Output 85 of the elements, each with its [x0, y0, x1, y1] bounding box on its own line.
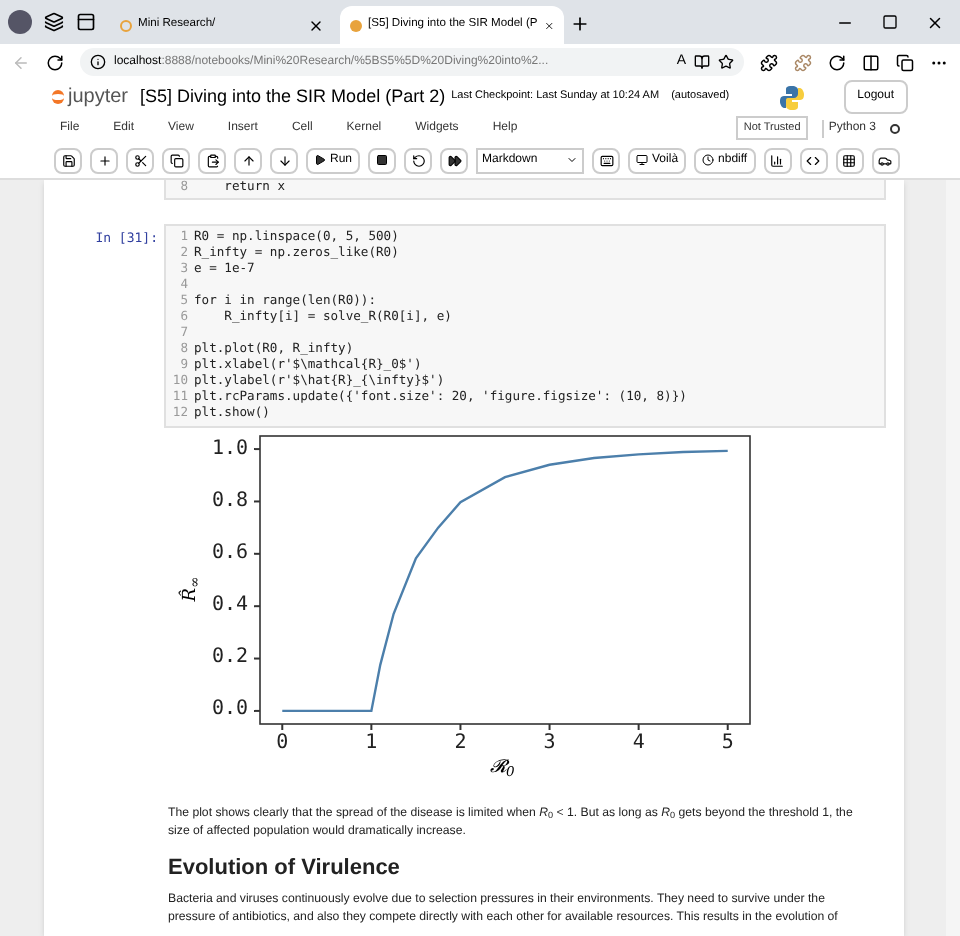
- paste-button[interactable]: [198, 147, 226, 173]
- collections-icon[interactable]: [896, 53, 914, 71]
- workspaces-icon[interactable]: [44, 12, 64, 32]
- refresh-icon[interactable]: [46, 53, 64, 71]
- tick-mark: [253, 552, 261, 555]
- reader-icon[interactable]: [694, 54, 710, 70]
- maximize-icon[interactable]: [882, 14, 898, 30]
- tick-label: 4: [632, 734, 645, 754]
- plus-icon: [97, 153, 111, 167]
- clock-icon: [702, 154, 715, 166]
- grid-icon: [842, 153, 857, 167]
- tab-actions-icon[interactable]: [76, 12, 96, 32]
- tick-label: 5: [721, 734, 734, 754]
- arrow-down-icon: [277, 153, 291, 167]
- tick-mark: [637, 723, 640, 731]
- play-icon: [314, 154, 326, 166]
- car-icon: [878, 153, 893, 167]
- new-tab-icon[interactable]: [570, 14, 590, 34]
- arrow-up-icon: [241, 153, 255, 167]
- tick-mark: [253, 709, 261, 712]
- restart-button[interactable]: [404, 147, 433, 173]
- tick-label: 3: [543, 734, 556, 754]
- move-up-button[interactable]: [234, 147, 262, 173]
- code-icon: [806, 153, 821, 167]
- favorite-icon[interactable]: [718, 54, 734, 70]
- tick-label: 1.0: [212, 439, 249, 460]
- keyboard-icon: [599, 153, 614, 167]
- tick-mark: [253, 657, 261, 660]
- orbit-icon: [52, 90, 64, 104]
- info-icon: [90, 54, 106, 70]
- bar-chart-icon: [770, 153, 785, 167]
- restart-icon: [411, 153, 426, 167]
- tick-label: 0: [276, 734, 289, 754]
- python-logo: [779, 85, 804, 109]
- car-button[interactable]: [871, 147, 900, 173]
- tick-mark: [253, 448, 261, 451]
- tick-label: 0.0: [212, 700, 249, 721]
- clipboard-icon: [205, 153, 219, 167]
- split-screen-icon[interactable]: [862, 53, 880, 71]
- close-icon[interactable]: [926, 14, 944, 32]
- scrollbar[interactable]: [946, 180, 960, 936]
- scissors-icon: [133, 153, 147, 167]
- tick-mark: [370, 723, 373, 731]
- chart-button[interactable]: [763, 147, 792, 173]
- kernel-status-icon: [890, 123, 900, 133]
- move-down-button[interactable]: [270, 147, 298, 173]
- tick-label: 1: [365, 734, 378, 754]
- monitor-icon: [636, 154, 649, 166]
- code-editor[interactable]: [164, 224, 886, 428]
- spinner-icon: [120, 19, 132, 31]
- close-icon[interactable]: [308, 17, 324, 33]
- stop-icon: [376, 154, 389, 166]
- cut-button[interactable]: [126, 147, 154, 173]
- grid-button[interactable]: [835, 147, 864, 173]
- stop-button[interactable]: [368, 147, 397, 173]
- tick-mark: [726, 723, 729, 731]
- close-icon[interactable]: [543, 17, 554, 33]
- axis-label: 𝓡$_{0}$: [490, 760, 515, 778]
- tick-label: 0.4: [212, 596, 249, 617]
- run-all-button[interactable]: [440, 147, 469, 173]
- section-heading: Evolution of Virulence: [168, 858, 402, 880]
- save-button[interactable]: [54, 147, 82, 173]
- tick-mark: [459, 723, 462, 731]
- chevron-down-icon: [566, 154, 579, 166]
- tick-mark: [253, 500, 261, 503]
- tick-mark: [253, 605, 261, 608]
- sync-icon[interactable]: [828, 53, 846, 71]
- extension-icon[interactable]: [760, 53, 778, 71]
- floppy-icon: [61, 153, 75, 167]
- insert-cell-button[interactable]: [90, 147, 118, 173]
- jupyter-logo: jupyter: [52, 82, 129, 112]
- notebook-icon: [350, 19, 362, 31]
- fast-forward-icon: [447, 153, 462, 167]
- tick-label: 0.8: [212, 491, 249, 512]
- tick-label: 0.6: [212, 543, 249, 564]
- tick-mark: [548, 723, 551, 731]
- tick-label: 0.2: [212, 648, 249, 669]
- avatar[interactable]: [8, 10, 32, 34]
- copy-icon: [169, 153, 183, 167]
- keyboard-button[interactable]: [592, 147, 621, 173]
- tick-mark: [281, 723, 284, 731]
- tick-label: 2: [454, 734, 467, 754]
- notebook-title[interactable]: [S5] Diving into the SIR Model (Part 2): [140, 83, 446, 111]
- copy-button[interactable]: [162, 147, 190, 173]
- code-button[interactable]: [799, 147, 828, 173]
